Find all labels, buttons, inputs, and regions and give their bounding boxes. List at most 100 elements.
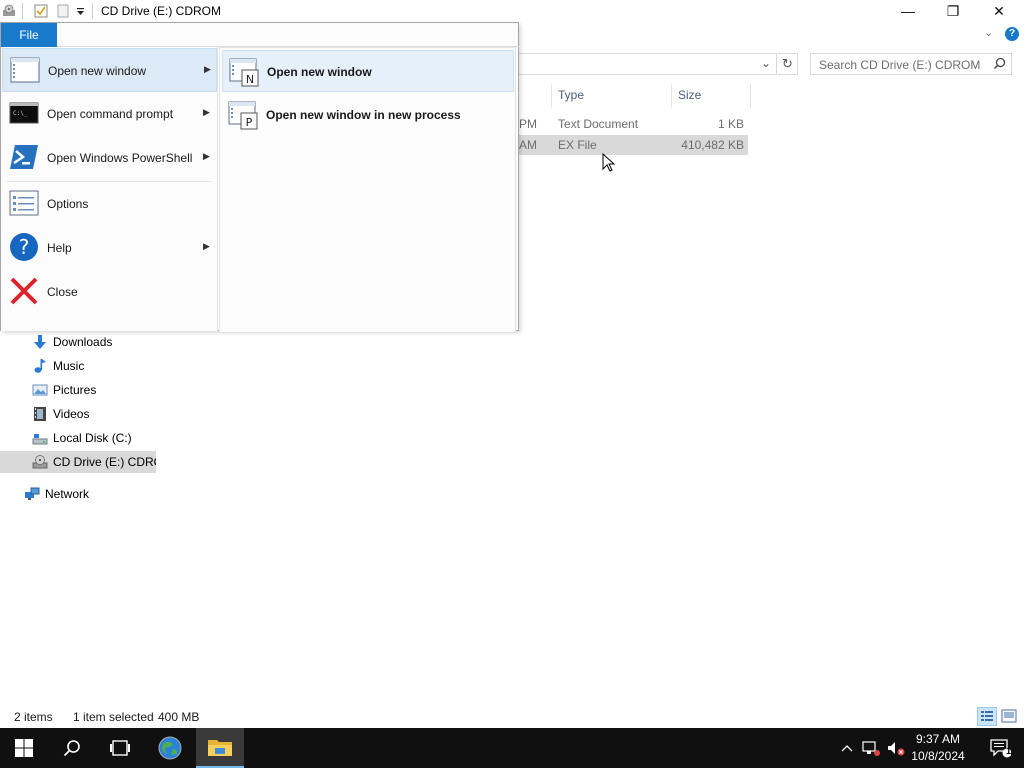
status-selection-size: 400 MB <box>158 710 200 724</box>
menu-item-help[interactable]: ? Help ▶ <box>2 226 217 270</box>
submenu-item-open-new-window[interactable]: N Open new window <box>222 50 514 92</box>
action-center-button[interactable]: 1 <box>976 728 1024 768</box>
submenu-item-open-new-process[interactable]: P Open new window in new process <box>222 94 514 136</box>
open-new-window-submenu: N Open new window P Open new window in n… <box>219 47 516 333</box>
menu-item-open-powershell[interactable]: Open Windows PowerShell ▶ <box>2 136 217 180</box>
cd-drive-icon[interactable] <box>2 4 16 18</box>
search-taskbar-button[interactable] <box>48 728 96 768</box>
nav-item-pictures[interactable]: Pictures <box>0 379 156 401</box>
nav-item-local-disk[interactable]: Local Disk (C:) <box>0 427 156 449</box>
properties-icon[interactable] <box>34 4 48 18</box>
nav-item-videos[interactable]: Videos <box>0 403 156 425</box>
search-icon[interactable] <box>993 57 1006 73</box>
task-view-button[interactable] <box>96 728 144 768</box>
network-tray-icon[interactable] <box>858 728 884 768</box>
qat-dropdown-icon[interactable] <box>76 6 90 20</box>
network-icon <box>24 486 40 502</box>
nav-item-cd-drive[interactable]: CD Drive (E:) CDROM <box>0 451 156 473</box>
svg-text:?: ? <box>19 235 30 259</box>
date-modified-cell: PM <box>519 117 537 131</box>
type-cell: EX File <box>558 138 597 152</box>
menu-item-options[interactable]: Options <box>2 182 217 226</box>
status-item-count: 2 items <box>14 710 53 724</box>
title-bar: CD Drive (E:) CDROM — ❐ ✕ <box>0 0 1024 22</box>
minimize-button[interactable]: — <box>885 0 931 22</box>
nav-item-network[interactable]: Network <box>0 483 156 505</box>
nav-item-music[interactable]: Music <box>0 355 156 377</box>
new-window-icon <box>10 55 40 85</box>
size-cell: 1 KB <box>717 117 744 131</box>
column-divider[interactable] <box>750 84 751 108</box>
menu-item-close[interactable]: Close <box>2 270 217 314</box>
windows-logo-icon <box>15 739 33 757</box>
downloads-icon <box>32 334 48 350</box>
close-icon <box>9 276 39 306</box>
submenu-arrow-icon: ▶ <box>204 64 211 74</box>
browser-taskbar-button[interactable] <box>146 728 194 768</box>
date-modified-cell: AM <box>519 138 537 152</box>
taskbar: 9:37 AM 10/8/2024 1 <box>0 728 1024 768</box>
restore-button[interactable]: ❐ <box>930 0 976 22</box>
ribbon-expand-chevron-icon[interactable]: ⌄ <box>984 26 993 39</box>
new-folder-icon[interactable] <box>56 4 70 18</box>
pictures-icon <box>32 382 48 398</box>
notification-count-badge: 1 <box>1006 746 1012 756</box>
address-bar[interactable]: ⌄ <box>519 53 777 75</box>
new-process-letter: P <box>246 116 253 129</box>
help-icon: ? <box>9 232 39 262</box>
submenu-arrow-icon: ▶ <box>203 241 210 251</box>
clock-time: 9:37 AM <box>915 732 961 746</box>
window-title: CD Drive (E:) CDROM <box>101 4 221 18</box>
file-menu: File Open new window ▶ C:\_ Open command… <box>0 22 519 333</box>
file-explorer-taskbar-button[interactable] <box>196 728 244 768</box>
file-explorer-icon <box>208 740 232 756</box>
status-selection: 1 item selected <box>73 710 154 724</box>
show-hidden-icons-button[interactable] <box>836 728 858 768</box>
submenu-arrow-icon: ▶ <box>203 107 210 117</box>
menu-item-open-command-prompt[interactable]: C:\_ Open command prompt ▶ <box>2 92 217 136</box>
status-bar: 2 items 1 item selected 400 MB <box>0 706 1024 728</box>
task-view-icon <box>110 740 130 756</box>
table-row-selected[interactable]: AM EX File 410,482 KB <box>519 135 748 155</box>
mouse-cursor-icon <box>602 152 616 176</box>
chevron-up-icon <box>841 745 853 752</box>
local-disk-icon <box>32 430 48 446</box>
large-icons-view-icon[interactable] <box>1001 709 1017 726</box>
search-input[interactable]: Search CD Drive (E:) CDROM <box>810 53 1012 75</box>
divider <box>92 3 93 19</box>
details-view-icon[interactable] <box>977 707 997 726</box>
clock[interactable]: 9:37 AM 10/8/2024 <box>906 731 970 765</box>
search-placeholder: Search CD Drive (E:) CDROM <box>819 58 981 72</box>
new-window-letter: N <box>246 73 254 86</box>
divider <box>22 3 23 19</box>
refresh-icon[interactable]: ↻ <box>778 53 798 75</box>
browser-globe-icon <box>158 736 182 760</box>
column-header-size[interactable]: Size <box>678 88 701 102</box>
clock-date: 10/8/2024 <box>911 749 965 763</box>
start-button[interactable] <box>0 728 48 768</box>
column-divider[interactable] <box>551 84 552 108</box>
new-process-icon: P <box>228 100 258 130</box>
options-icon <box>9 188 39 218</box>
size-cell: 410,482 KB <box>681 138 744 152</box>
svg-text:C:\_: C:\_ <box>13 110 28 117</box>
volume-muted-icon[interactable] <box>884 728 908 768</box>
submenu-arrow-icon: ▶ <box>203 151 210 161</box>
table-row[interactable]: PM Text Document 1 KB <box>519 114 748 134</box>
menu-item-open-new-window[interactable]: Open new window ▶ <box>2 48 217 92</box>
music-icon <box>32 358 48 374</box>
file-menu-commands: Open new window ▶ C:\_ Open command prom… <box>1 47 218 331</box>
file-tab[interactable]: File <box>1 23 57 47</box>
help-icon[interactable]: ? <box>1005 27 1019 41</box>
type-cell: Text Document <box>558 117 639 131</box>
column-header-type[interactable]: Type <box>558 88 584 102</box>
nav-item-downloads[interactable]: Downloads <box>0 331 156 353</box>
close-button[interactable]: ✕ <box>976 0 1022 22</box>
address-dropdown-chevron-icon[interactable]: ⌄ <box>761 56 771 70</box>
column-divider[interactable] <box>671 84 672 108</box>
cd-drive-icon <box>32 454 48 470</box>
powershell-icon <box>9 142 39 172</box>
command-prompt-icon: C:\_ <box>9 98 39 128</box>
new-window-icon: N <box>229 57 259 87</box>
videos-icon <box>32 406 48 422</box>
